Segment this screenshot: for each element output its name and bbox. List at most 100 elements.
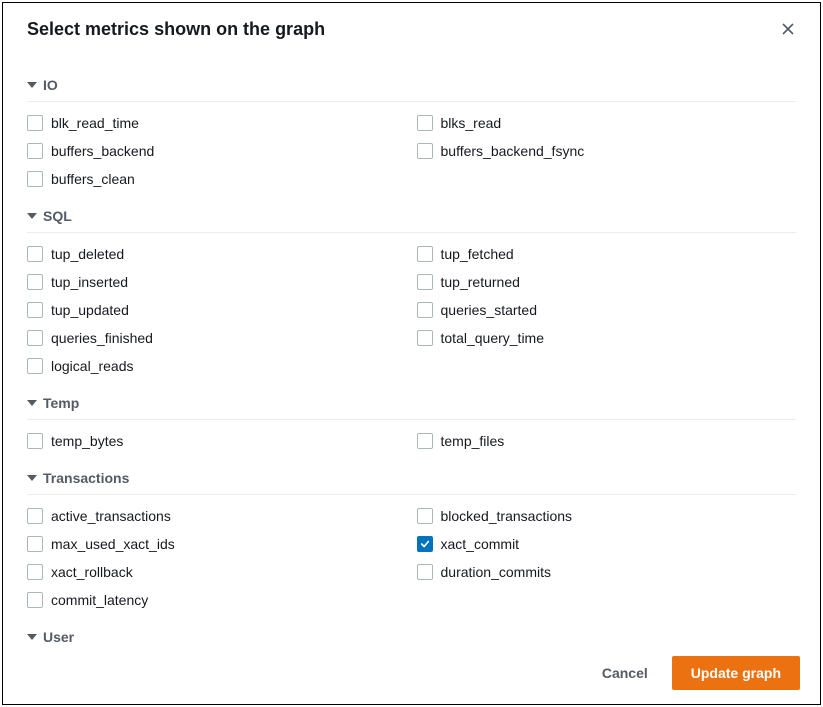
scroll-spacer-top <box>27 51 796 61</box>
section-title: Transactions <box>43 470 129 486</box>
checkbox[interactable] <box>27 143 43 159</box>
checkbox[interactable] <box>417 330 433 346</box>
caret-down-icon <box>27 213 37 219</box>
checkbox[interactable] <box>27 508 43 524</box>
metric-item-duration-commits[interactable]: duration_commits <box>417 561 797 583</box>
metric-label: blk_read_time <box>51 115 139 131</box>
metric-item-xact-rollback[interactable]: xact_rollback <box>27 561 407 583</box>
section-header-io[interactable]: IO <box>27 61 796 102</box>
metric-item-tup-updated[interactable]: tup_updated <box>27 299 407 321</box>
metric-label: queries_started <box>441 302 538 318</box>
checkbox[interactable] <box>27 433 43 449</box>
modal-header: Select metrics shown on the graph <box>3 3 820 51</box>
checkbox[interactable] <box>27 330 43 346</box>
section-title: SQL <box>43 208 72 224</box>
caret-down-icon <box>27 400 37 406</box>
metric-item-temp-files[interactable]: temp_files <box>417 430 797 452</box>
modal-dialog: Select metrics shown on the graph IO blk_… <box>2 2 821 705</box>
metric-label: tup_updated <box>51 302 129 318</box>
metric-item-max-used-xact-ids[interactable]: max_used_xact_ids <box>27 533 407 555</box>
checkbox[interactable] <box>27 171 43 187</box>
checkbox[interactable] <box>417 115 433 131</box>
metric-label: temp_bytes <box>51 433 123 449</box>
metric-label: duration_commits <box>441 564 552 580</box>
checkbox[interactable] <box>417 302 433 318</box>
section-header-transactions[interactable]: Transactions <box>27 454 796 495</box>
checkbox[interactable] <box>27 536 43 552</box>
checkbox[interactable] <box>27 274 43 290</box>
caret-down-icon <box>27 475 37 481</box>
caret-down-icon <box>27 82 37 88</box>
metric-label: tup_fetched <box>441 246 514 262</box>
checkbox[interactable] <box>27 564 43 580</box>
metric-item-tup-fetched[interactable]: tup_fetched <box>417 243 797 265</box>
update-graph-button[interactable]: Update graph <box>672 656 800 690</box>
section-header-temp[interactable]: Temp <box>27 379 796 420</box>
modal-body[interactable]: IOblk_read_timeblks_readbuffers_backendb… <box>3 51 820 642</box>
checkbox[interactable] <box>417 508 433 524</box>
metric-label: blocked_transactions <box>441 508 573 524</box>
caret-down-icon <box>27 634 37 640</box>
metric-label: xact_rollback <box>51 564 133 580</box>
checkbox[interactable] <box>27 358 43 374</box>
metric-label: buffers_clean <box>51 171 135 187</box>
metric-label: max_used_xact_ids <box>51 536 175 552</box>
metric-item-total-query-time[interactable]: total_query_time <box>417 327 797 349</box>
section-header-sql[interactable]: SQL <box>27 192 796 233</box>
close-button[interactable] <box>776 17 800 41</box>
metric-label: tup_deleted <box>51 246 124 262</box>
metric-label: logical_reads <box>51 358 134 374</box>
metric-item-blocked-transactions[interactable]: blocked_transactions <box>417 505 797 527</box>
metric-item-queries-finished[interactable]: queries_finished <box>27 327 407 349</box>
metrics-grid-transactions: active_transactions blocked_transactionsm… <box>27 505 796 613</box>
checkbox[interactable] <box>417 143 433 159</box>
metric-label: active_transactions <box>51 508 171 524</box>
metric-item-tup-inserted[interactable]: tup_inserted <box>27 271 407 293</box>
metric-item-logical-reads[interactable]: logical_reads <box>27 355 407 377</box>
metric-label: total_query_time <box>441 330 545 346</box>
checkbox[interactable] <box>27 246 43 262</box>
section-title: User <box>43 629 74 642</box>
checkbox[interactable] <box>27 592 43 608</box>
checkbox[interactable] <box>417 274 433 290</box>
metric-item-buffers-backend[interactable]: buffers_backend <box>27 140 407 162</box>
close-icon <box>780 25 796 40</box>
modal-title: Select metrics shown on the graph <box>27 19 325 40</box>
metric-item-queries-started[interactable]: queries_started <box>417 299 797 321</box>
metric-label: temp_files <box>441 433 505 449</box>
metric-item-blk-read-time[interactable]: blk_read_time <box>27 112 407 134</box>
metric-label: tup_inserted <box>51 274 128 290</box>
metric-label: buffers_backend_fsync <box>441 143 585 159</box>
metrics-grid-temp: temp_bytes temp_files <box>27 430 796 454</box>
metric-item-buffers-clean[interactable]: buffers_clean <box>27 168 407 190</box>
metric-label: tup_returned <box>441 274 520 290</box>
metric-label: blks_read <box>441 115 502 131</box>
sections-list: IOblk_read_timeblks_readbuffers_backendb… <box>27 61 796 642</box>
metric-label: queries_finished <box>51 330 153 346</box>
metric-item-xact-commit[interactable]: xact_commit <box>417 533 797 555</box>
metric-item-temp-bytes[interactable]: temp_bytes <box>27 430 407 452</box>
metric-item-buffers-backend-fsync[interactable]: buffers_backend_fsync <box>417 140 797 162</box>
metric-label: commit_latency <box>51 592 148 608</box>
section-header-user[interactable]: User <box>27 613 796 642</box>
metric-label: xact_commit <box>441 536 520 552</box>
metric-item-active-transactions[interactable]: active_transactions <box>27 505 407 527</box>
metric-item-tup-returned[interactable]: tup_returned <box>417 271 797 293</box>
checkbox[interactable] <box>417 536 433 552</box>
metric-label: buffers_backend <box>51 143 154 159</box>
metric-item-blks-read[interactable]: blks_read <box>417 112 797 134</box>
metric-item-commit-latency[interactable]: commit_latency <box>27 589 407 611</box>
section-title: Temp <box>43 395 79 411</box>
metric-item-tup-deleted[interactable]: tup_deleted <box>27 243 407 265</box>
modal-body-wrap: IOblk_read_timeblks_readbuffers_backendb… <box>3 51 820 642</box>
checkbox[interactable] <box>27 302 43 318</box>
checkbox[interactable] <box>27 115 43 131</box>
checkbox[interactable] <box>417 246 433 262</box>
checkbox[interactable] <box>417 564 433 580</box>
section-title: IO <box>43 77 58 93</box>
metrics-grid-io: blk_read_timeblks_readbuffers_backendbuf… <box>27 112 796 192</box>
modal-footer: Cancel Update graph <box>3 642 820 704</box>
checkbox[interactable] <box>417 433 433 449</box>
cancel-button[interactable]: Cancel <box>590 657 660 689</box>
metrics-grid-sql: tup_deleted tup_fetched tup_inserted tup_re… <box>27 243 796 379</box>
